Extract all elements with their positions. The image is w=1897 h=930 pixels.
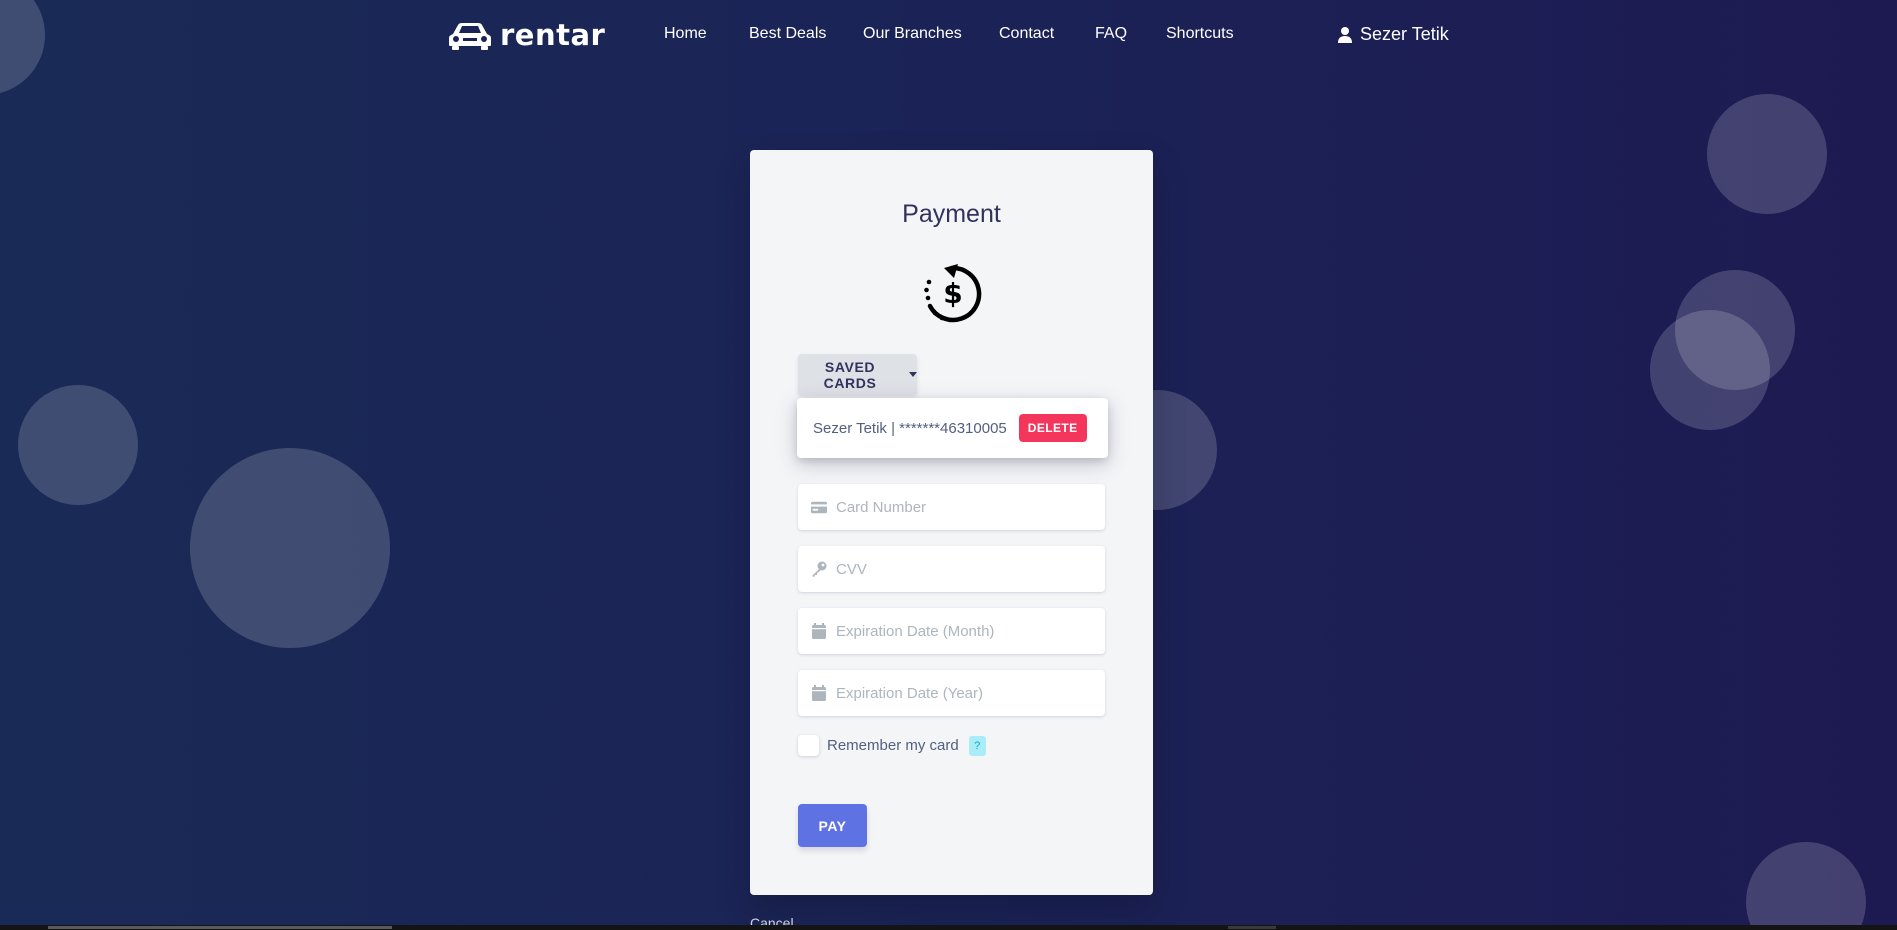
expiration-month-input[interactable] xyxy=(836,608,1105,654)
nav-link-best-deals[interactable]: Best Deals xyxy=(749,25,826,43)
caret-down-icon xyxy=(909,372,917,377)
expiration-year-input[interactable] xyxy=(836,670,1105,716)
credit-card-icon xyxy=(811,499,827,515)
cvv-input[interactable] xyxy=(836,546,1105,592)
card-number-field[interactable] xyxy=(798,484,1105,530)
nav-link-home[interactable]: Home xyxy=(664,25,707,43)
payment-card: Payment $ SAVED CARDS Card Number CVV Ex… xyxy=(750,150,1153,895)
scrollbar-thumb[interactable] xyxy=(48,926,392,929)
scrollbar-track-marker xyxy=(1228,926,1276,929)
user-name: Sezer Tetik xyxy=(1360,24,1449,44)
calendar-icon xyxy=(811,623,827,639)
decorative-bubble xyxy=(1707,94,1827,214)
decorative-bubble xyxy=(190,448,390,648)
remember-card-label[interactable]: Remember my card xyxy=(827,737,959,754)
remember-card-checkbox[interactable] xyxy=(798,735,819,756)
saved-card-item[interactable]: Sezer Tetik | *******46310005 xyxy=(813,420,1007,437)
expiration-year-field[interactable] xyxy=(798,670,1105,716)
help-badge[interactable]: ? xyxy=(968,735,986,756)
decorative-bubble xyxy=(1746,842,1866,930)
user-icon xyxy=(1338,26,1352,43)
nav-link-shortcuts[interactable]: Shortcuts xyxy=(1166,25,1234,43)
decorative-bubble xyxy=(1650,310,1770,430)
remember-card-row: Remember my card ? xyxy=(798,735,986,756)
nav-link-our-branches[interactable]: Our Branches xyxy=(863,25,962,43)
nav-link-contact[interactable]: Contact xyxy=(999,25,1054,43)
user-menu[interactable]: Sezer Tetik xyxy=(1338,24,1449,45)
pay-button[interactable]: PAY xyxy=(798,804,867,847)
decorative-bubble xyxy=(18,385,138,505)
brand-logo[interactable]: rentar xyxy=(449,18,605,52)
saved-cards-dropdown-button[interactable]: SAVED CARDS xyxy=(798,354,917,395)
top-navbar: rentar Home Best Deals Our Branches Cont… xyxy=(0,0,1897,70)
brand-name: rentar xyxy=(500,18,606,52)
delete-card-button[interactable]: DELETE xyxy=(1018,414,1087,442)
calendar-icon xyxy=(811,685,827,701)
card-number-input[interactable] xyxy=(836,484,1105,530)
cvv-field[interactable] xyxy=(798,546,1105,592)
payment-history-icon: $ xyxy=(924,264,982,323)
svg-text:$: $ xyxy=(943,277,962,310)
saved-cards-menu: Sezer Tetik | *******46310005 DELETE xyxy=(797,398,1108,458)
car-icon xyxy=(449,23,491,50)
key-icon xyxy=(811,561,827,577)
nav-link-faq[interactable]: FAQ xyxy=(1095,25,1127,43)
expiration-month-field[interactable] xyxy=(798,608,1105,654)
saved-cards-label: SAVED CARDS xyxy=(823,358,877,391)
payment-title: Payment xyxy=(902,200,1001,228)
